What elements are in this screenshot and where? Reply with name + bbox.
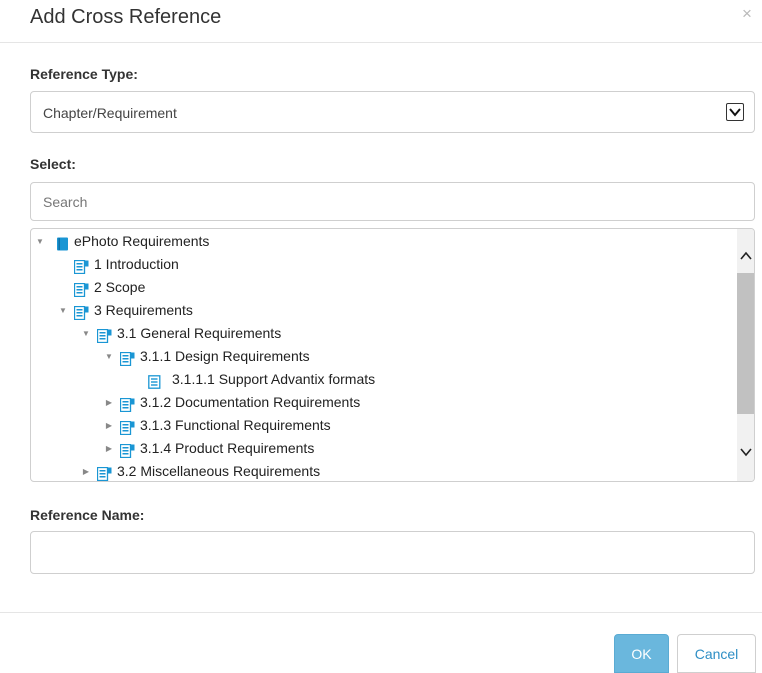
reference-name-label: Reference Name:	[30, 507, 145, 523]
scroll-thumb[interactable]	[737, 273, 754, 414]
tree-node[interactable]: ▼ 3.1 General Requirements	[31, 322, 731, 345]
tree-node[interactable]: ▶ 3.1.3 Functional Requirements	[31, 414, 731, 437]
dialog-title: Add Cross Reference	[30, 6, 222, 28]
tree-node-label: 1 Introduction	[94, 256, 179, 272]
search-input[interactable]	[30, 182, 755, 221]
scroll-down-arrow-icon[interactable]	[737, 443, 755, 461]
expanded-triangle-icon[interactable]: ▼	[35, 230, 45, 253]
tree-node-label: 3.1.1 Design Requirements	[140, 348, 310, 364]
chapter-icon	[96, 465, 113, 481]
expanded-triangle-icon[interactable]: ▼	[104, 345, 114, 368]
tree-node-label: ePhoto Requirements	[74, 233, 210, 249]
tree-node[interactable]: ▶ 3.1.2 Documentation Requirements	[31, 391, 731, 414]
header-divider	[0, 42, 762, 43]
tree-node-label: 3.2 Miscellaneous Requirements	[117, 463, 321, 479]
tree-node-label: 3.1 General Requirements	[117, 325, 282, 341]
tree-node[interactable]: 1 Introduction	[31, 253, 731, 276]
tree-node[interactable]: ▼ 3 Requirements	[31, 299, 731, 322]
expanded-triangle-icon[interactable]: ▼	[58, 299, 68, 322]
reference-name-input[interactable]	[30, 531, 755, 574]
close-icon[interactable]: ×	[742, 4, 752, 24]
tree-node[interactable]: ▶ 3.2 Miscellaneous Requirements	[31, 460, 731, 481]
collapsed-triangle-icon[interactable]: ▶	[104, 437, 114, 460]
dropdown-button[interactable]	[726, 103, 744, 121]
reference-type-label: Reference Type:	[30, 66, 138, 82]
footer-divider	[0, 612, 762, 613]
tree-node[interactable]: 3.1.1.1 Support Advantix formats	[31, 368, 731, 391]
collapsed-triangle-icon[interactable]: ▶	[104, 414, 114, 437]
tree-node-label: 3.1.1.1 Support Advantix formats	[172, 371, 376, 387]
select-label: Select:	[30, 156, 76, 172]
cancel-button[interactable]: Cancel	[677, 634, 756, 673]
collapsed-triangle-icon[interactable]: ▶	[81, 460, 91, 481]
tree-view[interactable]: ▼ ePhoto Requirements 1 Introduction 2 Scop…	[30, 228, 755, 482]
chevron-down-icon	[729, 108, 741, 117]
expanded-triangle-icon[interactable]: ▼	[81, 322, 91, 345]
tree-node-label: 3.1.3 Functional Requirements	[140, 417, 331, 433]
tree-node[interactable]: ▶ 3.1.4 Product Requirements	[31, 437, 731, 460]
collapsed-triangle-icon[interactable]: ▶	[104, 391, 114, 414]
reference-type-select[interactable]: Chapter/Requirement	[30, 91, 755, 133]
tree-node-label: 3.1.4 Product Requirements	[140, 440, 315, 456]
tree-node-label: 3 Requirements	[94, 302, 193, 318]
tree-node[interactable]: 2 Scope	[31, 276, 731, 299]
tree-scrollbar[interactable]	[737, 229, 755, 481]
tree-node[interactable]: ▼ 3.1.1 Design Requirements	[31, 345, 731, 368]
tree-node-label: 2 Scope	[94, 279, 146, 295]
reference-type-value: Chapter/Requirement	[43, 105, 177, 121]
tree-node[interactable]: ▼ ePhoto Requirements	[31, 230, 731, 253]
ok-button[interactable]: OK	[614, 634, 669, 673]
tree-node-label: 3.1.2 Documentation Requirements	[140, 394, 361, 410]
scroll-up-arrow-icon[interactable]	[737, 247, 755, 265]
